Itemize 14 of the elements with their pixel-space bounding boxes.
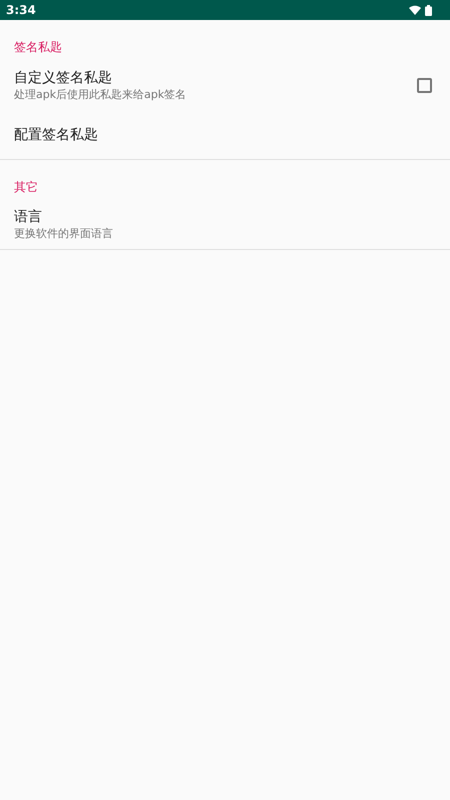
item-summary: 处理apk后使用此私匙来给apk签名 — [14, 86, 188, 102]
preference-item[interactable]: 自定义签名私匙 处理apk后使用此私匙来给apk签名 — [0, 60, 450, 110]
section-header: 签名私匙 — [14, 40, 62, 54]
preference-item[interactable]: 配置签名私匙 — [0, 110, 450, 160]
item-title: 自定义签名私匙 — [14, 68, 113, 86]
preference-item[interactable]: 语言 更换软件的界面语言 — [0, 200, 450, 250]
battery-icon — [425, 4, 432, 16]
item-title: 语言 — [14, 208, 43, 226]
item-title: 配置签名私匙 — [14, 126, 99, 144]
wifi-icon — [409, 5, 421, 15]
checkbox[interactable] — [417, 78, 432, 92]
status-time: 3:34 — [6, 2, 36, 19]
item-summary: 更换软件的界面语言 — [14, 226, 114, 241]
section-header: 其它 — [14, 180, 38, 194]
